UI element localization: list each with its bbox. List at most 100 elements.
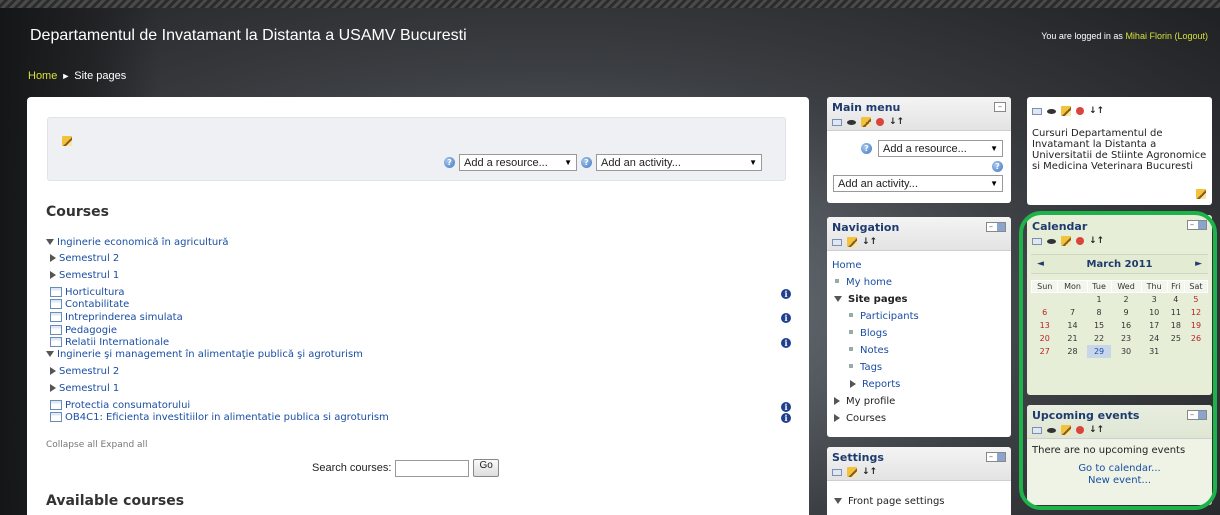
nav-item-my-profile[interactable]: My profile bbox=[832, 393, 1006, 410]
course-link[interactable]: OB4C1: Eficienta investitiilor in alimen… bbox=[65, 412, 389, 423]
chevron-down-icon: ▼ bbox=[990, 179, 998, 188]
bullet-icon bbox=[849, 347, 853, 351]
breadcrumb-separator-icon: ► bbox=[61, 71, 71, 81]
assign-roles-icon[interactable] bbox=[832, 238, 842, 246]
nav-item-courses[interactable]: Courses bbox=[832, 410, 1006, 427]
expanded-icon bbox=[834, 498, 842, 504]
add-activity-select[interactable]: Add an activity... ▼ bbox=[833, 175, 1003, 192]
nav-courses-label: Courses bbox=[846, 413, 887, 424]
category-link[interactable]: Inginerie economică în agricultură bbox=[57, 237, 228, 248]
subcategory-link[interactable]: Semestrul 2 bbox=[59, 253, 119, 264]
nav-participants-link[interactable]: Participants bbox=[860, 311, 919, 322]
add-resource-select[interactable]: Add a resource... ▼ bbox=[878, 140, 1003, 157]
info-icon[interactable]: i bbox=[781, 289, 791, 299]
assign-roles-icon[interactable] bbox=[1032, 107, 1042, 115]
move-icon[interactable]: ↓↑ bbox=[862, 467, 877, 477]
help-icon[interactable]: ? bbox=[581, 157, 592, 168]
edit-pencil-icon[interactable] bbox=[1061, 106, 1071, 116]
hide-icon[interactable] bbox=[847, 119, 856, 125]
assign-roles-icon[interactable] bbox=[832, 468, 842, 476]
hide-icon[interactable] bbox=[1047, 108, 1056, 114]
course-link[interactable]: Pedagogie bbox=[65, 325, 117, 336]
block-controls: ↓↑ bbox=[832, 117, 1006, 127]
settings-item-front-page[interactable]: Front page settings bbox=[832, 493, 1006, 510]
logout-link[interactable]: (Logout) bbox=[1174, 31, 1208, 41]
minimize-icon[interactable]: – bbox=[994, 102, 1006, 112]
go-button[interactable]: Go bbox=[473, 459, 499, 477]
nav-item-site-pages[interactable]: Site pages bbox=[832, 291, 1006, 308]
nav-reports-link[interactable]: Reports bbox=[862, 379, 900, 390]
nav-tags-link[interactable]: Tags bbox=[860, 362, 882, 373]
info-icon[interactable]: i bbox=[781, 413, 791, 423]
nav-item-notes[interactable]: Notes bbox=[832, 342, 1006, 359]
subcategory-link[interactable]: Semestrul 1 bbox=[59, 383, 119, 394]
dock-minimize-icon[interactable]: – bbox=[986, 452, 1006, 462]
block-title: Main menu bbox=[832, 101, 901, 114]
category-item[interactable]: Inginerie economică în agricultură bbox=[46, 237, 228, 248]
help-icon[interactable]: ? bbox=[861, 143, 872, 154]
nav-item-participants[interactable]: Participants bbox=[832, 308, 1006, 325]
subcategory-item[interactable]: Semestrul 1 bbox=[50, 383, 119, 394]
course-link[interactable]: Contabilitate bbox=[65, 299, 129, 310]
edit-pencil-icon[interactable] bbox=[847, 467, 857, 477]
info-icon[interactable]: i bbox=[781, 402, 791, 412]
expand-all-link[interactable]: Expand all bbox=[101, 440, 148, 450]
delete-icon[interactable] bbox=[1076, 107, 1084, 115]
subcategory-link[interactable]: Semestrul 1 bbox=[59, 270, 119, 281]
search-input[interactable] bbox=[395, 459, 470, 477]
subcategory-item[interactable]: Semestrul 2 bbox=[50, 253, 119, 264]
move-icon[interactable]: ↓↑ bbox=[1089, 106, 1104, 116]
edit-pencil-icon[interactable] bbox=[847, 237, 857, 247]
nav-home-link[interactable]: Home bbox=[832, 260, 862, 271]
info-icon[interactable]: i bbox=[781, 338, 791, 348]
course-item[interactable]: Contabilitate bbox=[50, 299, 129, 310]
course-link[interactable]: Horticultura bbox=[65, 287, 125, 298]
info-icon[interactable]: i bbox=[781, 313, 791, 323]
course-item[interactable]: Horticultura bbox=[50, 287, 125, 298]
course-item[interactable]: OB4C1: Eficienta investitiilor in alimen… bbox=[50, 412, 389, 423]
breadcrumb-home[interactable]: Home bbox=[28, 70, 57, 82]
course-icon bbox=[50, 337, 62, 347]
add-resource-select[interactable]: Add a resource... ▼ bbox=[459, 154, 577, 171]
course-item[interactable]: Relatii Internationale bbox=[50, 337, 169, 348]
login-prefix: You are logged in as bbox=[1041, 31, 1126, 41]
nav-item-reports[interactable]: Reports bbox=[832, 376, 1006, 393]
nav-my-home-link[interactable]: My home bbox=[846, 277, 892, 288]
user-link[interactable]: Mihai Florin bbox=[1125, 31, 1172, 41]
nav-item-home[interactable]: Home bbox=[832, 257, 1006, 274]
help-icon[interactable]: ? bbox=[992, 161, 1003, 172]
subcategory-item[interactable]: Semestrul 1 bbox=[50, 270, 119, 281]
edit-pencil-icon[interactable] bbox=[62, 136, 72, 146]
course-item[interactable]: Intreprinderea simulata bbox=[50, 312, 183, 323]
search-label: Search courses: bbox=[312, 462, 392, 474]
category-item[interactable]: Inginerie şi management în alimentaţie p… bbox=[46, 349, 363, 360]
edit-pencil-icon[interactable] bbox=[1196, 189, 1206, 199]
subcategory-item[interactable]: Semestrul 2 bbox=[50, 366, 119, 377]
move-icon[interactable]: ↓↑ bbox=[862, 237, 877, 247]
course-item[interactable]: Protectia consumatorului bbox=[50, 400, 190, 411]
nav-notes-link[interactable]: Notes bbox=[860, 345, 889, 356]
course-link[interactable]: Protectia consumatorului bbox=[65, 400, 190, 411]
add-activity-select[interactable]: Add an activity... ▼ bbox=[596, 154, 762, 171]
html-block-text: Cursuri Departamentul de Invatamant la D… bbox=[1032, 128, 1207, 172]
course-link[interactable]: Intreprinderea simulata bbox=[65, 312, 183, 323]
edit-pencil-icon[interactable] bbox=[861, 117, 871, 127]
collapse-all-link[interactable]: Collapse all bbox=[46, 440, 98, 450]
expanded-icon bbox=[834, 296, 842, 302]
nav-item-my-home[interactable]: My home bbox=[832, 274, 1006, 291]
subcategory-link[interactable]: Semestrul 2 bbox=[59, 366, 119, 377]
move-icon[interactable]: ↓↑ bbox=[889, 117, 904, 127]
assign-roles-icon[interactable] bbox=[832, 118, 842, 126]
help-icon[interactable]: ? bbox=[444, 157, 455, 168]
nav-blogs-link[interactable]: Blogs bbox=[860, 328, 887, 339]
nav-item-blogs[interactable]: Blogs bbox=[832, 325, 1006, 342]
dock-minimize-icon[interactable]: – bbox=[986, 222, 1006, 232]
block-title: Settings bbox=[832, 451, 884, 464]
course-link[interactable]: Relatii Internationale bbox=[65, 337, 169, 348]
nav-item-tags[interactable]: Tags bbox=[832, 359, 1006, 376]
edit-toolbar: ? Add a resource... ▼ ? Add an activity..… bbox=[47, 117, 786, 181]
bullet-icon bbox=[835, 279, 839, 283]
category-link[interactable]: Inginerie şi management în alimentaţie p… bbox=[57, 349, 363, 360]
course-item[interactable]: Pedagogie bbox=[50, 325, 117, 336]
delete-icon[interactable] bbox=[876, 118, 884, 126]
